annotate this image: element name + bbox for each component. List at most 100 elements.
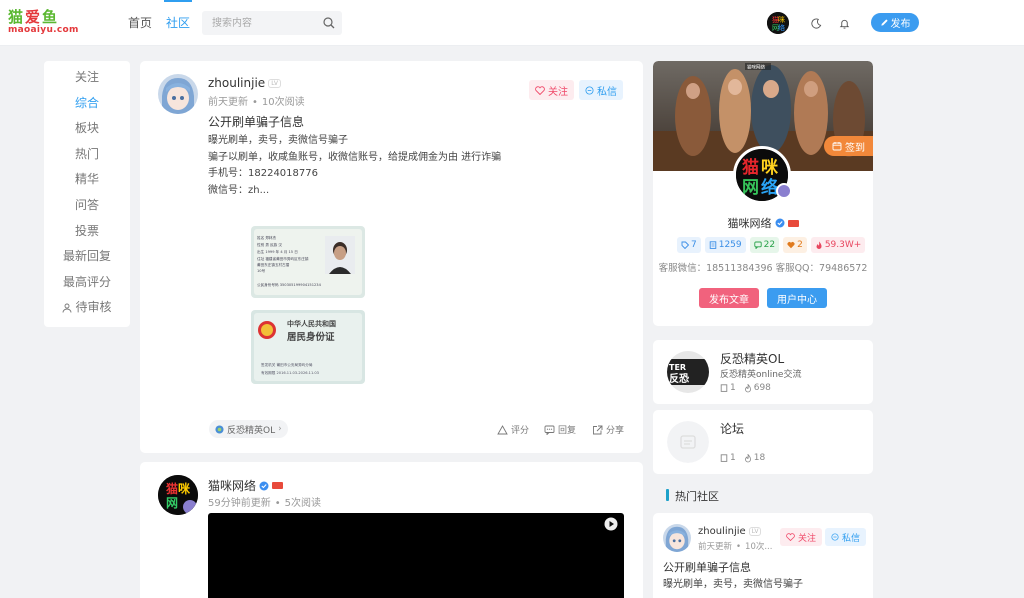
vip-badge: [787, 219, 799, 227]
reply-button[interactable]: 回复: [544, 423, 576, 436]
sidebar-item-qa[interactable]: 问答: [44, 193, 130, 219]
follow-button[interactable]: 关注: [780, 528, 823, 546]
message-button[interactable]: 私信: [579, 80, 623, 100]
author-name[interactable]: zhoulinjie: [698, 526, 746, 537]
verified-icon: [259, 481, 269, 490]
sidebar-item-follow[interactable]: 关注: [44, 65, 130, 91]
forum-name[interactable]: 反恐精英OL: [720, 350, 784, 367]
post-meta: 前天更新 • 10次...: [698, 542, 773, 552]
chat-icon: [831, 533, 839, 541]
rate-label: 评分: [511, 426, 530, 436]
signin-button[interactable]: 签到: [824, 136, 873, 156]
forum-post-count: 1: [720, 453, 736, 463]
id-front-line: 性别 男 民族 汉: [257, 242, 282, 247]
nav-home[interactable]: 首页: [128, 0, 152, 46]
signin-label: 签到: [845, 142, 865, 154]
stat-likes[interactable]: 2: [783, 237, 807, 253]
author-name-row: zhoulinjie LV: [698, 526, 762, 537]
user-icon: [63, 303, 72, 313]
play-icon[interactable]: [604, 517, 618, 531]
forum-card[interactable]: 论坛 1 18: [653, 410, 873, 474]
author-avatar[interactable]: [663, 524, 691, 552]
post-meta: 前天更新 • 10次阅读: [208, 97, 305, 108]
forum-icon[interactable]: [667, 421, 709, 463]
forum-stats: 1 18: [720, 453, 765, 463]
site-logo[interactable]: 猫爱鱼 maoaiyu.com: [8, 9, 78, 35]
heart-icon: [786, 533, 795, 541]
nav-community[interactable]: 社区: [164, 0, 193, 46]
user-center-button[interactable]: 用户中心: [767, 288, 827, 308]
search-icon[interactable]: [323, 17, 335, 29]
sidebar-item-featured[interactable]: 精华: [44, 167, 130, 193]
id-card-back-image[interactable]: 中华人民共和国 居民身份证 签发机关 莆田市公安局秀屿分局 有效期限 2016.…: [251, 310, 365, 384]
forum-icon[interactable]: TER 反恐: [667, 351, 709, 393]
id-front-line: 10号: [257, 268, 266, 273]
share-icon: [593, 425, 603, 434]
level-badge: LV: [268, 78, 281, 88]
reply-label: 回复: [558, 426, 577, 436]
publish-article-button[interactable]: 发布文章: [699, 288, 759, 308]
stat-value: 22: [763, 240, 776, 250]
profile-name-row: 猫咪网络: [653, 215, 873, 231]
publish-button[interactable]: 发布: [871, 13, 919, 32]
profile-card: 猫咪网络 签到 猫 咪 网 络 猫咪网络 7 1259 22 2 59.3W+ …: [653, 61, 873, 326]
sidebar-item-vote[interactable]: 投票: [44, 219, 130, 245]
rate-button[interactable]: 评分: [497, 423, 529, 436]
svg-text:猫: 猫: [166, 481, 178, 496]
sidebar-item-top-rated[interactable]: 最高评分: [44, 270, 130, 296]
fire-icon: [744, 383, 751, 392]
post-title[interactable]: 公开刷单骗子信息: [208, 113, 304, 130]
post-card[interactable]: zhoulinjie LV 前天更新 • 10次阅读 关注 私信 公开刷单骗子信息 …: [140, 61, 643, 453]
forum-tag[interactable]: 反恐精英OL ›: [209, 420, 288, 438]
category-sidebar: 关注 综合 板块 热门 精华 问答 投票 最新回复 最高评分 待审核: [44, 61, 130, 327]
post-time: 前天更新: [698, 542, 733, 552]
moon-icon: [810, 18, 821, 29]
sidebar-item-general[interactable]: 综合: [44, 91, 130, 117]
stat-articles[interactable]: 1259: [704, 237, 746, 253]
author-avatar[interactable]: [158, 74, 198, 114]
share-button[interactable]: 分享: [592, 423, 624, 436]
forum-name[interactable]: 论坛: [720, 420, 744, 437]
level-badge: LV: [748, 527, 762, 536]
pen-icon: [880, 19, 888, 26]
excerpt-line: 微信号：zh...: [208, 184, 270, 196]
sidebar-item-hot[interactable]: 热门: [44, 142, 130, 168]
author-name-row: 猫咪网络: [208, 477, 284, 494]
video-player[interactable]: [208, 513, 624, 598]
author-avatar[interactable]: 猫咪网: [158, 475, 198, 515]
post-title[interactable]: 公开刷单骗子信息: [663, 559, 751, 575]
hot-post-card[interactable]: zhoulinjie LV 前天更新 • 10次... 关注 私信 公开刷单骗子信息…: [653, 513, 873, 598]
stat-value: 2: [797, 240, 803, 250]
id-back-valid: 有效期限 2016.11.03-2026.11.03: [261, 370, 319, 375]
author-name[interactable]: zhoulinjie: [208, 76, 265, 90]
profile-name[interactable]: 猫咪网络: [728, 215, 772, 231]
sidebar-item-latest-reply[interactable]: 最新回复: [44, 244, 130, 270]
id-front-line: 出生 1999 年 4 月 15 日: [257, 249, 298, 254]
id-card-front-image[interactable]: 姓名 郑林杰 性别 男 民族 汉 出生 1999 年 4 月 15 日 住址 福…: [251, 226, 365, 298]
svg-text:TER: TER: [669, 363, 686, 372]
search-input[interactable]: [202, 11, 320, 35]
stat-value: 59.3W+: [824, 240, 862, 250]
notification-button[interactable]: [834, 13, 854, 33]
author-name[interactable]: 猫咪网络: [208, 477, 256, 494]
sidebar-item-pending[interactable]: 待审核: [44, 295, 130, 321]
user-avatar[interactable]: 猫咪网络: [767, 12, 789, 34]
message-button[interactable]: 私信: [825, 528, 867, 546]
stat-heat[interactable]: 59.3W+: [810, 237, 866, 253]
share-label: 分享: [606, 426, 625, 436]
post-card[interactable]: 猫咪网 猫咪网络 59分钟前更新 • 5次阅读: [140, 462, 643, 598]
avatar-char: 咪: [761, 157, 779, 178]
forum-desc: 反恐精英online交流: [720, 370, 802, 380]
svg-text:咪: 咪: [178, 481, 191, 496]
forum-tag-label: 反恐精英OL: [227, 425, 276, 436]
follow-label: 关注: [798, 533, 817, 544]
dark-mode-toggle[interactable]: [806, 13, 826, 33]
section-title-hot: 热门社区: [666, 488, 719, 504]
sidebar-item-boards[interactable]: 板块: [44, 116, 130, 142]
heart-icon: [535, 85, 545, 95]
forum-card[interactable]: TER 反恐 反恐精英OL 反恐精英online交流 1 698: [653, 340, 873, 404]
stat-comments[interactable]: 22: [749, 237, 780, 253]
follow-button[interactable]: 关注: [529, 80, 574, 100]
stat-tags[interactable]: 7: [677, 237, 701, 253]
stat-value: 1259: [718, 240, 742, 250]
